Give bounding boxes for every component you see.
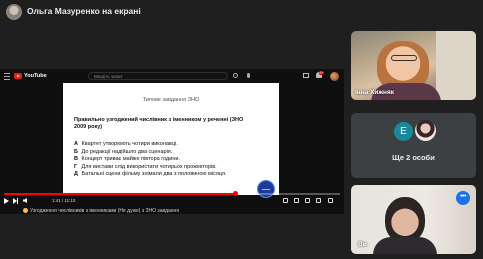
- youtube-header: YouTube Введіть запит 9+: [0, 69, 344, 83]
- answer-option: В Концерт триває майже півтора години.: [74, 156, 274, 164]
- avatar-photo: [415, 120, 436, 141]
- youtube-logo-icon[interactable]: [14, 73, 22, 79]
- fullscreen-icon[interactable]: [328, 198, 333, 203]
- participant-tile-inna[interactable]: Інна Хижняк: [351, 31, 476, 100]
- presentation-slide: Типове завдання ЗНО Правильно узгоджений…: [63, 83, 279, 195]
- video-title-text: Узгодження числівників з іменниками (Не …: [30, 208, 180, 214]
- participant-tile-others[interactable]: Е Ще 2 особи: [351, 113, 476, 178]
- background-wall: [436, 31, 476, 100]
- emoji-icon: [23, 208, 28, 213]
- presenter-avatar: [6, 4, 22, 20]
- avatar: Е: [394, 122, 413, 141]
- notification-badge: 9+: [319, 70, 324, 75]
- microphone-icon[interactable]: [247, 72, 250, 78]
- youtube-logo-text[interactable]: YouTube: [24, 73, 47, 79]
- option-letter: В: [74, 156, 78, 162]
- answer-option: Д Батальні сцени фільму знімали два з по…: [74, 171, 274, 179]
- answer-options: А Квартет утворюють чотири виконавці. Б …: [74, 141, 274, 179]
- volume-icon[interactable]: [23, 198, 27, 203]
- slide-heading: Типове завдання ЗНО: [142, 97, 200, 103]
- option-letter: Г: [74, 163, 78, 170]
- presenter-label: Ольга Мазуренко на екрані: [27, 6, 141, 16]
- option-text: Квартет утворюють чотири виконавці.: [81, 141, 178, 147]
- next-icon[interactable]: [13, 198, 18, 204]
- glasses: [391, 55, 417, 61]
- video-time: 1:41 / 11:10: [52, 197, 76, 203]
- option-text: Концерт триває майже півтора години.: [81, 156, 180, 162]
- option-text: Для вистави слід використати чотирьох пр…: [81, 163, 217, 170]
- settings-icon[interactable]: [305, 198, 310, 203]
- self-clothes: [373, 237, 437, 254]
- option-text: До редакції надійшло два сценарія.: [81, 148, 173, 155]
- option-letter: Б: [74, 148, 78, 155]
- menu-icon[interactable]: [4, 73, 10, 80]
- player-controls: 1:41 / 11:10: [0, 196, 344, 206]
- theater-mode-icon[interactable]: [316, 198, 321, 203]
- participant-name: Інна Хижняк: [355, 89, 394, 96]
- participant-name: Ви: [358, 241, 367, 248]
- youtube-search-input[interactable]: Введіть запит: [88, 72, 228, 80]
- account-avatar-icon[interactable]: [330, 71, 339, 81]
- option-letter: Д: [74, 171, 78, 177]
- autoplay-icon[interactable]: [283, 198, 288, 203]
- search-icon[interactable]: [233, 72, 238, 78]
- more-options-button[interactable]: •••: [456, 191, 470, 205]
- top-bar: Ольга Мазуренко на екрані: [0, 0, 483, 24]
- play-icon[interactable]: [4, 198, 9, 204]
- slide-question: Правильно узгоджений числівник з іменник…: [74, 117, 244, 130]
- create-video-icon[interactable]: [303, 73, 309, 78]
- option-letter: А: [74, 141, 78, 147]
- answer-option: Г Для вистави слід використати чотирьох …: [74, 164, 274, 172]
- option-text: Батальні сцени фільму знімали два з поло…: [81, 171, 227, 177]
- participant-tile-self[interactable]: ••• Ви: [351, 185, 476, 254]
- captions-icon[interactable]: [294, 198, 299, 203]
- answer-option: А Квартет утворюють чотири виконавці.: [74, 141, 274, 149]
- video-progress-bar[interactable]: [4, 191, 340, 196]
- video-progress-fill: [4, 193, 236, 195]
- screen-share[interactable]: YouTube Введіть запит 9+ Типове завдання…: [0, 69, 344, 214]
- answer-option: Б До редакції надійшло два сценарія.: [74, 149, 274, 157]
- more-participants-label: Ще 2 особи: [392, 153, 435, 162]
